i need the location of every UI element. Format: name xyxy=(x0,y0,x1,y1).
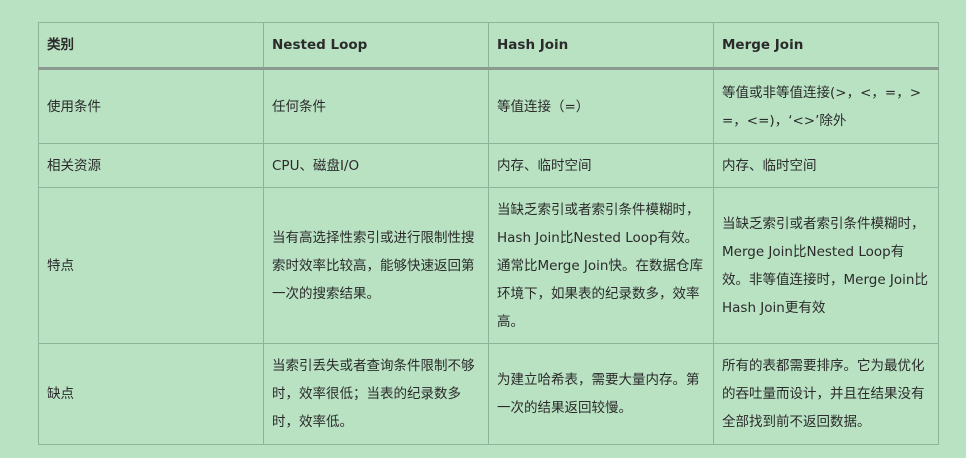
row-label: 相关资源 xyxy=(38,143,264,188)
table-cell: 内存、临时空间 xyxy=(488,143,714,188)
header-category: 类别 xyxy=(38,22,264,70)
header-nested-loop: Nested Loop xyxy=(263,22,489,70)
row-label: 使用条件 xyxy=(38,68,264,144)
row-label: 缺点 xyxy=(38,343,264,445)
table-cell: 所有的表都需要排序。它为最优化的吞吐量而设计，并且在结果没有全部找到前不返回数据… xyxy=(713,343,939,445)
table-cell: CPU、磁盘I/O xyxy=(263,143,489,188)
table-cell: 任何条件 xyxy=(263,68,489,144)
join-comparison-table: 类别 Nested Loop Hash Join Merge Join 使用条件… xyxy=(38,22,939,445)
table-row: 缺点 当索引丢失或者查询条件限制不够时，效率很低；当表的纪录数多时，效率低。 为… xyxy=(38,343,939,445)
header-merge-join: Merge Join xyxy=(713,22,939,70)
table-cell: 等值或非等值连接(>，<，=，>=，<=)，‘<>’除外 xyxy=(713,68,939,144)
header-hash-join: Hash Join xyxy=(488,22,714,70)
table-cell: 当索引丢失或者查询条件限制不够时，效率很低；当表的纪录数多时，效率低。 xyxy=(263,343,489,445)
table-row: 相关资源 CPU、磁盘I/O 内存、临时空间 内存、临时空间 xyxy=(38,143,939,188)
table-row: 使用条件 任何条件 等值连接（=） 等值或非等值连接(>，<，=，>=，<=)，… xyxy=(38,68,939,144)
table-cell: 内存、临时空间 xyxy=(713,143,939,188)
table-cell: 当有高选择性索引或进行限制性搜索时效率比较高，能够快速返回第一次的搜索结果。 xyxy=(263,187,489,344)
table-row: 特点 当有高选择性索引或进行限制性搜索时效率比较高，能够快速返回第一次的搜索结果… xyxy=(38,187,939,344)
table-header-row: 类别 Nested Loop Hash Join Merge Join xyxy=(38,22,939,70)
comparison-table-container: 类别 Nested Loop Hash Join Merge Join 使用条件… xyxy=(38,22,939,445)
table-cell: 等值连接（=） xyxy=(488,68,714,144)
table-cell: 为建立哈希表，需要大量内存。第一次的结果返回较慢。 xyxy=(488,343,714,445)
table-cell: 当缺乏索引或者索引条件模糊时，Merge Join比Nested Loop有效。… xyxy=(713,187,939,344)
row-label: 特点 xyxy=(38,187,264,344)
table-cell: 当缺乏索引或者索引条件模糊时，Hash Join比Nested Loop有效。通… xyxy=(488,187,714,344)
